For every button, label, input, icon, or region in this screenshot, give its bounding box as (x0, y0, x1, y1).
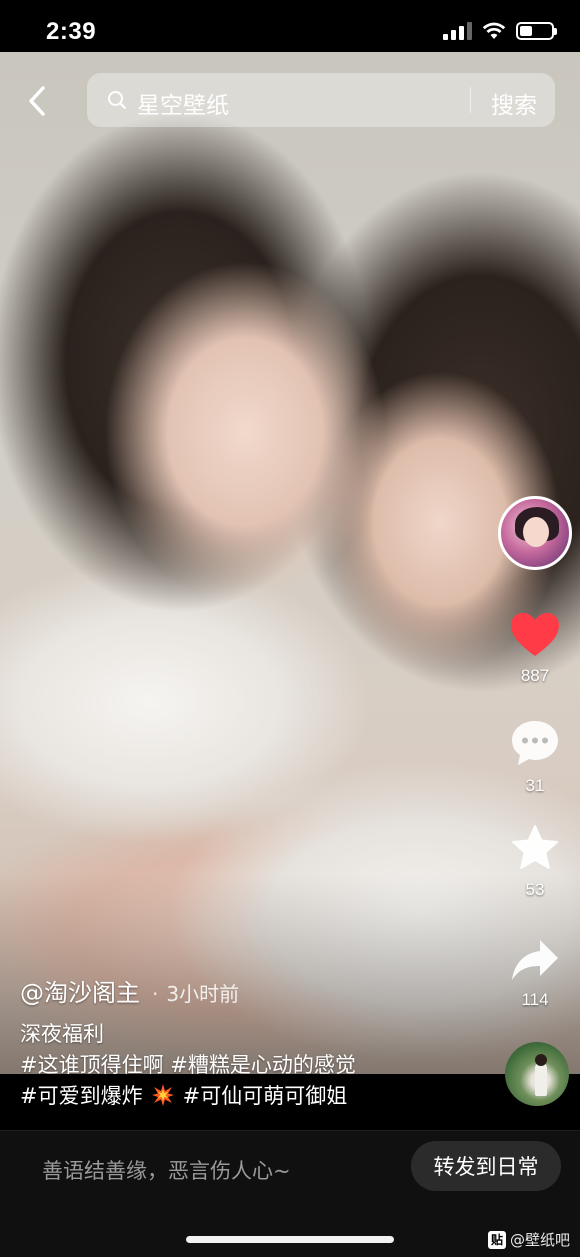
music-disc[interactable] (505, 1042, 569, 1106)
search-button[interactable]: 搜索 (491, 86, 537, 120)
comment-count: 31 (525, 776, 545, 795)
post-time: 3小时前 (166, 982, 240, 1006)
status-bar: 2:39 (0, 0, 580, 52)
search-icon (108, 91, 126, 109)
share-count: 114 (521, 990, 549, 1009)
comment-button[interactable]: 31 (505, 718, 565, 796)
share-arrow-icon (512, 940, 558, 980)
home-indicator (186, 1236, 394, 1243)
comment-input[interactable]: 善语结善缘，恶言伤人心~ (42, 1155, 291, 1185)
post-description: 深夜福利 (20, 1022, 104, 1046)
hashtag[interactable]: #可爱到爆炸 (20, 1080, 143, 1110)
hashtags-line-2[interactable]: #可爱到爆炸 #可仙可萌可御姐 (20, 1080, 347, 1110)
repost-button[interactable]: 转发到日常 (411, 1141, 561, 1191)
cellular-signal-icon (443, 22, 472, 40)
status-time: 2:39 (46, 18, 97, 45)
like-count: 887 (520, 666, 550, 685)
post-caption: @淘沙阁主 · 3小时前 (20, 973, 239, 1008)
watermark-text: @壁纸吧 (509, 1231, 570, 1249)
comment-icon (512, 721, 558, 765)
heart-icon (511, 613, 559, 656)
star-icon (512, 825, 558, 869)
share-button[interactable]: 114 (505, 938, 565, 1010)
back-button[interactable] (22, 84, 52, 118)
hashtag[interactable]: #可仙可萌可御姐 (183, 1080, 348, 1110)
hashtags-line-1[interactable]: #这谁顶得住啊 #糟糕是心动的感觉 (20, 1049, 356, 1079)
favorite-count: 53 (525, 880, 545, 899)
explosion-emoji-icon (151, 1084, 174, 1106)
like-button[interactable]: 887 (505, 612, 565, 686)
watermark-badge-icon: 贴 (487, 1230, 506, 1249)
author-name[interactable]: @淘沙阁主 (20, 973, 140, 1008)
search-query[interactable]: 星空壁纸 (137, 86, 229, 120)
author-avatar[interactable] (498, 496, 572, 570)
search-bar[interactable]: 星空壁纸 搜索 (87, 73, 555, 127)
meta-separator: · (152, 982, 159, 1006)
wifi-icon (482, 22, 506, 39)
chevron-left-icon (29, 86, 45, 116)
video-player[interactable] (0, 52, 580, 1074)
battery-icon (516, 22, 557, 40)
status-icons (443, 22, 557, 40)
favorite-button[interactable]: 53 (505, 824, 565, 900)
search-divider (470, 87, 471, 113)
watermark: 贴 @壁纸吧 (487, 1229, 570, 1250)
bottom-bar: 善语结善缘，恶言伤人心~ 转发到日常 贴 @壁纸吧 (0, 1130, 580, 1257)
